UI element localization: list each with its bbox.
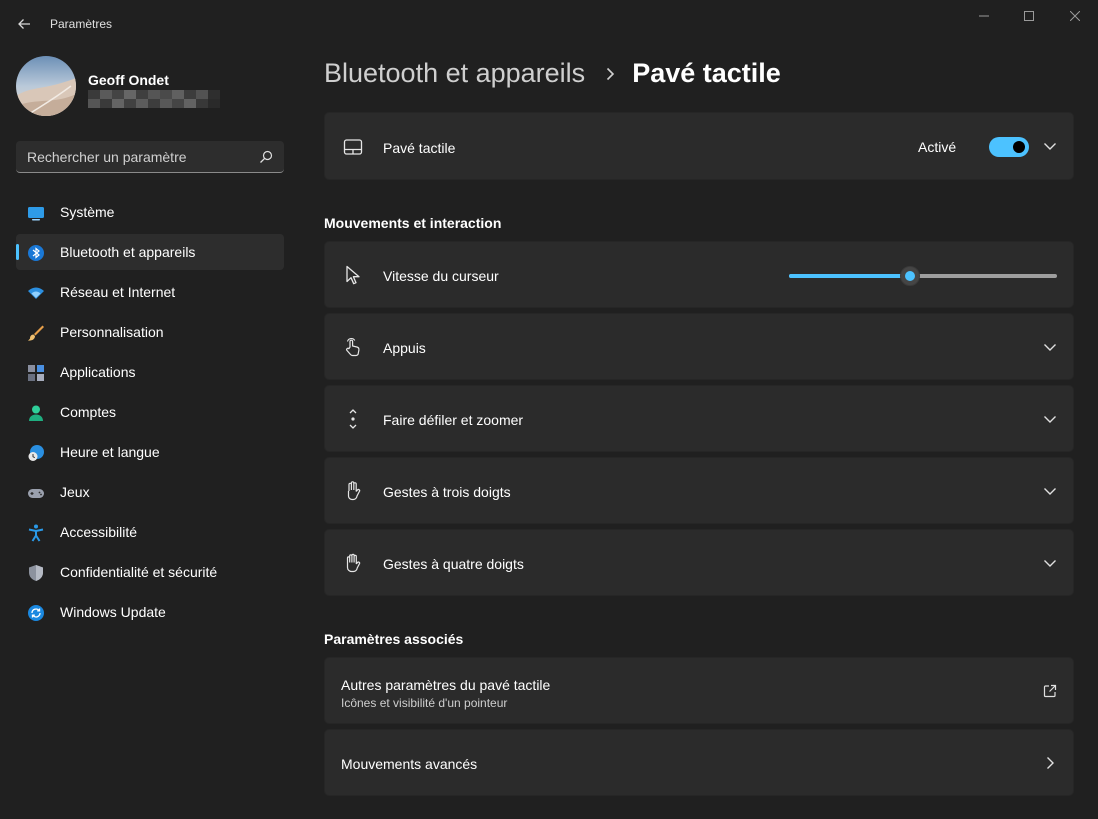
back-arrow-icon (18, 19, 30, 29)
wifi-icon (28, 287, 44, 299)
sidebar-item-label: Système (60, 204, 115, 220)
sidebar-item-label: Windows Update (60, 604, 166, 620)
sidebar-item-gaming[interactable]: Jeux (16, 474, 284, 510)
four-finger-hand-icon (346, 553, 361, 573)
sidebar-item-label: Comptes (60, 404, 117, 420)
sidebar-item-windows-update[interactable]: Windows Update (16, 594, 284, 630)
chevron-down-icon[interactable] (1043, 412, 1057, 426)
touchpad-label: Pavé tactile (383, 140, 456, 156)
taps-card[interactable]: Appuis (324, 313, 1074, 380)
section-title-gestures: Mouvements et interaction (324, 215, 502, 231)
avatar[interactable] (16, 56, 76, 116)
scroll-zoom-card[interactable]: Faire défiler et zoomer (324, 385, 1074, 452)
close-icon (1070, 11, 1080, 21)
slider-thumb[interactable] (900, 266, 920, 286)
search-input[interactable] (16, 141, 246, 172)
sidebar-item-label: Jeux (60, 484, 90, 500)
account-icon (29, 405, 43, 421)
open-external-icon[interactable] (1043, 684, 1057, 698)
chevron-right-icon[interactable] (1043, 756, 1057, 770)
chevron-down-icon[interactable] (1043, 139, 1057, 153)
sidebar-item-label: Applications (60, 364, 136, 380)
scroll-arrows-icon (349, 409, 357, 429)
time-language-icon (28, 445, 44, 461)
touchpad-toggle[interactable] (989, 137, 1029, 157)
sidebar-item-label: Réseau et Internet (60, 284, 176, 300)
app-title: Paramètres (50, 17, 113, 31)
chevron-down-icon[interactable] (1043, 340, 1057, 354)
avatar-photo-icon (16, 56, 76, 116)
gamepad-icon (28, 489, 44, 498)
pixelated-redaction-icon (88, 90, 220, 108)
bluetooth-icon (28, 245, 44, 261)
advanced-gestures-title: Mouvements avancés (341, 756, 478, 772)
brush-icon (28, 325, 44, 341)
minimize-icon (979, 15, 989, 17)
tap-hand-icon (346, 338, 360, 357)
toggle-knob (1013, 141, 1025, 153)
chevron-down-icon[interactable] (1043, 556, 1057, 570)
sidebar-item-label: Heure et langue (60, 444, 160, 460)
chevron-down-icon[interactable] (1043, 484, 1057, 498)
sidebar-item-bluetooth[interactable]: Bluetooth et appareils (16, 234, 284, 270)
page-title: Pavé tactile (632, 58, 781, 88)
sidebar-item-label: Accessibilité (60, 524, 138, 540)
sidebar-item-network[interactable]: Réseau et Internet (16, 274, 284, 310)
slider-thumb-dot (905, 271, 915, 281)
scroll-zoom-label: Faire défiler et zoomer (383, 412, 524, 428)
sidebar-item-label: Confidentialité et sécurité (60, 564, 218, 580)
section-title-related: Paramètres associés (324, 631, 464, 647)
touchpad-icon (343, 139, 363, 155)
touchpad-card[interactable]: Pavé tactile Activé (324, 112, 1074, 180)
maximize-button[interactable] (1007, 0, 1051, 32)
cursor-arrow-icon (346, 265, 360, 285)
three-finger-hand-icon (347, 481, 361, 501)
update-icon (28, 605, 44, 621)
apps-icon (28, 365, 44, 381)
user-profile[interactable]: Geoff Ondet (16, 56, 286, 120)
close-button[interactable] (1053, 0, 1097, 32)
sidebar-item-personalization[interactable]: Personnalisation (16, 314, 284, 350)
cursor-speed-label: Vitesse du curseur (383, 268, 499, 284)
four-finger-card[interactable]: Gestes à quatre doigts (324, 529, 1074, 596)
three-finger-label: Gestes à trois doigts (383, 484, 511, 500)
sidebar-item-system[interactable]: Système (16, 194, 284, 230)
title-bar: Paramètres (0, 0, 1098, 40)
sidebar-item-label: Personnalisation (60, 324, 164, 340)
breadcrumb: Bluetooth et appareils Pavé tactile (324, 58, 781, 89)
system-icon (28, 207, 44, 221)
more-touchpad-title: Autres paramètres du pavé tactile (341, 677, 551, 693)
accessibility-icon (28, 524, 44, 542)
minimize-button[interactable] (962, 0, 1006, 32)
chevron-right-icon (607, 67, 615, 80)
three-finger-card[interactable]: Gestes à trois doigts (324, 457, 1074, 524)
breadcrumb-parent[interactable]: Bluetooth et appareils (324, 58, 585, 89)
user-email-redacted (88, 90, 220, 108)
slider-fill (789, 274, 910, 278)
search-icon[interactable] (258, 149, 274, 165)
search-box[interactable] (16, 141, 284, 173)
shield-icon (29, 565, 43, 581)
cursor-speed-card: Vitesse du curseur (324, 241, 1074, 308)
sidebar-item-time-language[interactable]: Heure et langue (16, 434, 284, 470)
sidebar-item-applications[interactable]: Applications (16, 354, 284, 390)
sidebar-item-accounts[interactable]: Comptes (16, 394, 284, 430)
taps-label: Appuis (383, 340, 426, 356)
sidebar-item-accessibility[interactable]: Accessibilité (16, 514, 284, 550)
four-finger-label: Gestes à quatre doigts (383, 556, 524, 572)
toggle-state-label: Activé (918, 139, 957, 155)
more-touchpad-subtitle: Icônes et visibilité d'un pointeur (341, 696, 508, 710)
more-touchpad-settings-link[interactable]: Autres paramètres du pavé tactile Icônes… (324, 657, 1074, 724)
advanced-gestures-link[interactable]: Mouvements avancés (324, 729, 1074, 796)
back-button[interactable] (10, 10, 38, 38)
sidebar-item-privacy-security[interactable]: Confidentialité et sécurité (16, 554, 284, 590)
sidebar-item-label: Bluetooth et appareils (60, 244, 196, 260)
sidebar-nav: Système Bluetooth et appareils Réseau et… (16, 194, 284, 634)
maximize-icon (1024, 11, 1034, 21)
user-name: Geoff Ondet (88, 72, 169, 88)
cursor-speed-slider[interactable] (789, 266, 1057, 286)
